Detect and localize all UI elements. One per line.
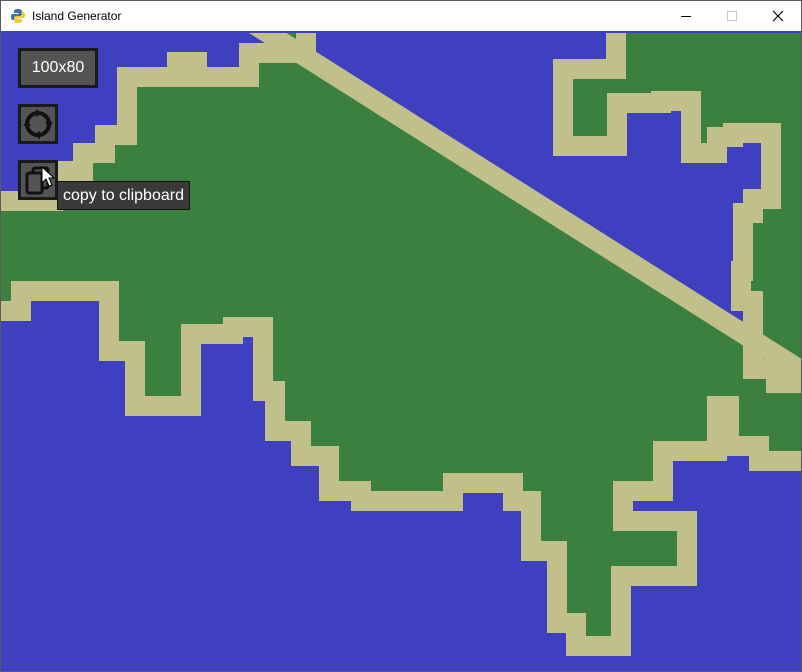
python-app-icon [11, 9, 25, 23]
copy-tooltip: copy to clipboard [57, 181, 190, 210]
close-button[interactable] [755, 1, 801, 31]
app-window: Island Generator 100x80 copy to clipboar… [0, 0, 802, 672]
regenerate-button[interactable] [18, 104, 58, 144]
mouse-cursor-icon [41, 166, 55, 187]
close-icon [772, 10, 784, 22]
window-title: Island Generator [32, 9, 122, 23]
maximize-icon [726, 10, 737, 21]
map-size-button[interactable]: 100x80 [18, 48, 98, 88]
island-map [1, 31, 801, 671]
minimize-icon [680, 15, 691, 17]
refresh-icon [23, 109, 53, 139]
maximize-button[interactable] [709, 1, 755, 31]
title-bar[interactable]: Island Generator [1, 1, 801, 31]
minimize-button[interactable] [663, 1, 709, 31]
